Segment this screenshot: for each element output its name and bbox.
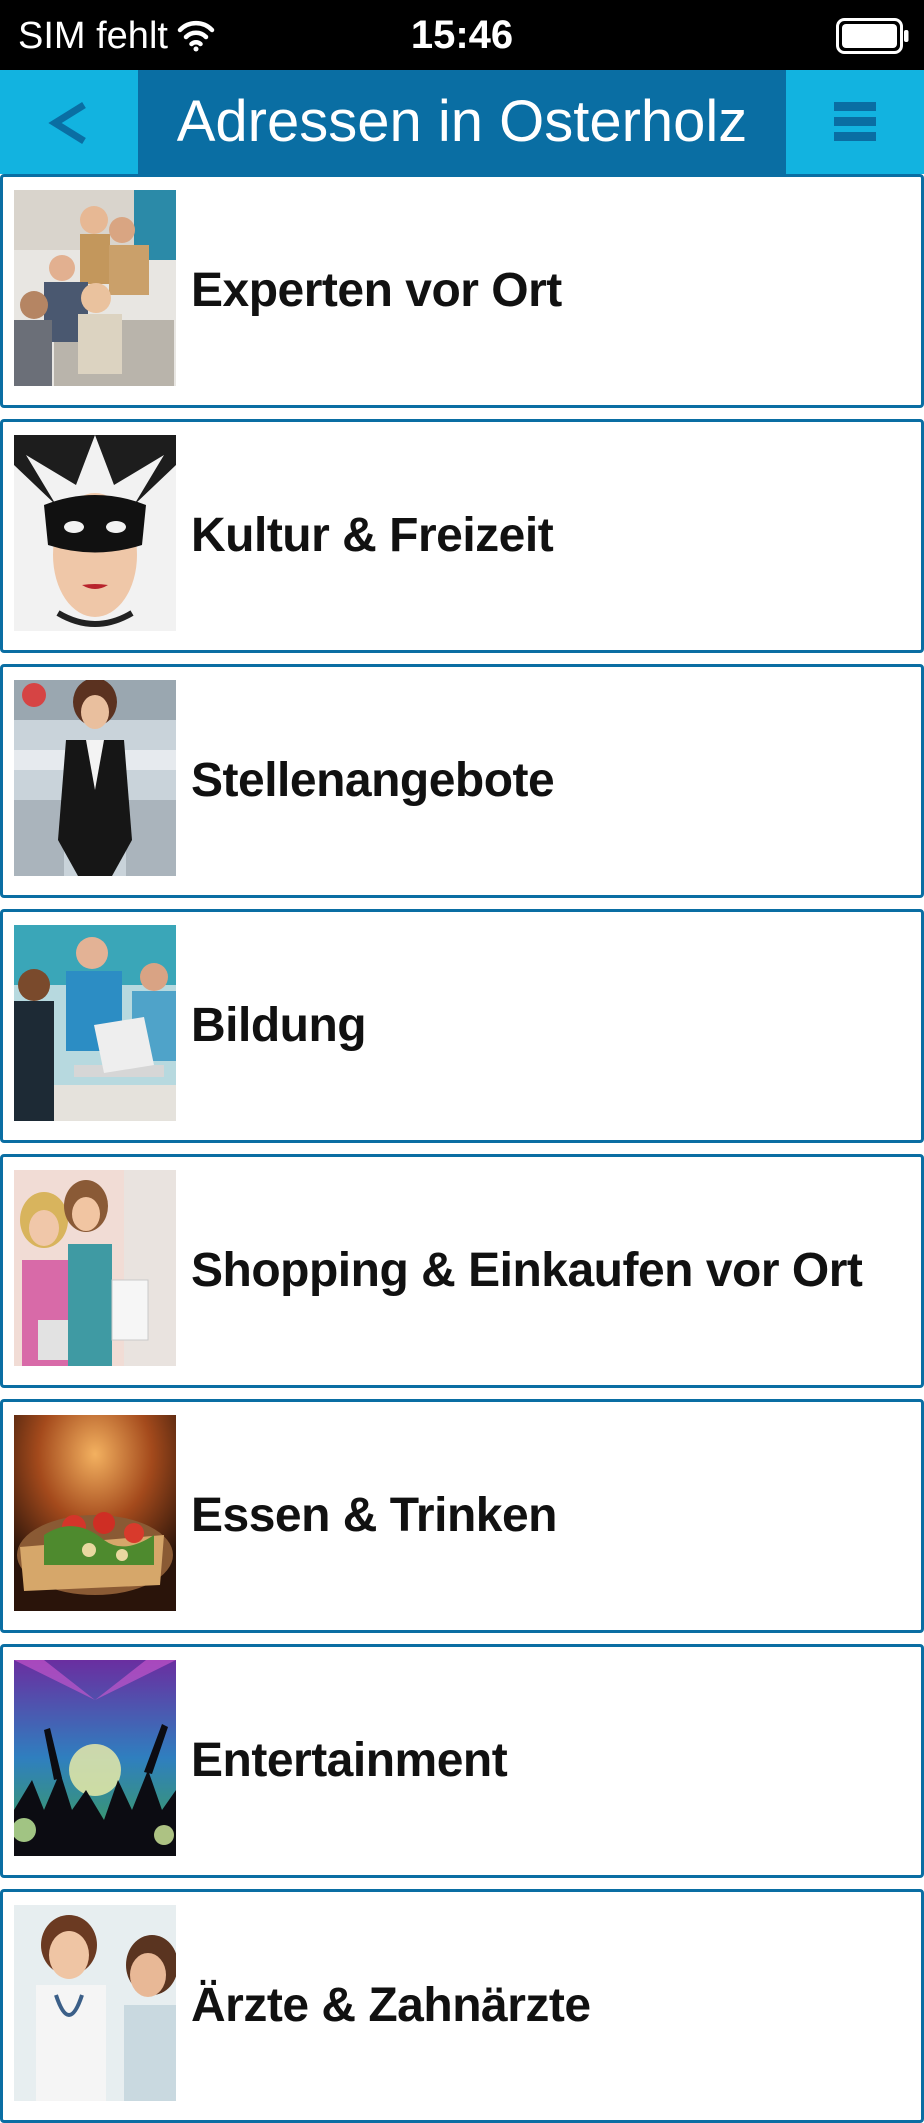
back-button[interactable]: [0, 70, 138, 174]
list-item-label: Shopping & Einkaufen vor Ort: [191, 1244, 863, 1297]
list-item-label: Experten vor Ort: [191, 264, 562, 317]
list-item[interactable]: Shopping & Einkaufen vor Ort: [0, 1154, 924, 1388]
list-item[interactable]: Experten vor Ort: [0, 174, 924, 408]
clock: 15:46: [410, 13, 514, 57]
list-item[interactable]: Bildung: [0, 909, 924, 1143]
concert-crowd-photo: [14, 1660, 176, 1856]
businesswoman-photo: [14, 680, 176, 876]
status-bar: SIM fehlt 15:46: [0, 0, 924, 70]
chevron-left-icon: [48, 102, 86, 144]
page-title: Adressen in Osterholz: [176, 89, 748, 154]
hamburger-menu-icon: [834, 102, 876, 141]
classroom-laptop-photo: [14, 925, 176, 1121]
list-item[interactable]: Essen & Trinken: [0, 1399, 924, 1633]
business-meeting-photo: [14, 190, 176, 386]
list-item[interactable]: Entertainment: [0, 1644, 924, 1878]
list-item-label: Ärzte & Zahnärzte: [191, 1979, 591, 2032]
navigation-bar: Adressen in Osterholz: [0, 70, 924, 174]
list-item[interactable]: Kultur & Freizeit: [0, 419, 924, 653]
list-item-label: Bildung: [191, 999, 367, 1052]
menu-button[interactable]: [786, 70, 924, 174]
battery-icon: [836, 18, 910, 54]
doctor-patient-photo: [14, 1905, 176, 2101]
list-item-label: Stellenangebote: [191, 754, 555, 807]
list-item[interactable]: Ärzte & Zahnärzte: [0, 1889, 924, 2123]
pizza-photo: [14, 1415, 176, 1611]
list-item-label: Entertainment: [191, 1734, 508, 1787]
masquerade-mask-photo: [14, 435, 176, 631]
list-item-label: Kultur & Freizeit: [191, 509, 554, 562]
list-item[interactable]: Stellenangebote: [0, 664, 924, 898]
shopping-friends-photo: [14, 1170, 176, 1366]
list-item-label: Essen & Trinken: [191, 1489, 557, 1542]
